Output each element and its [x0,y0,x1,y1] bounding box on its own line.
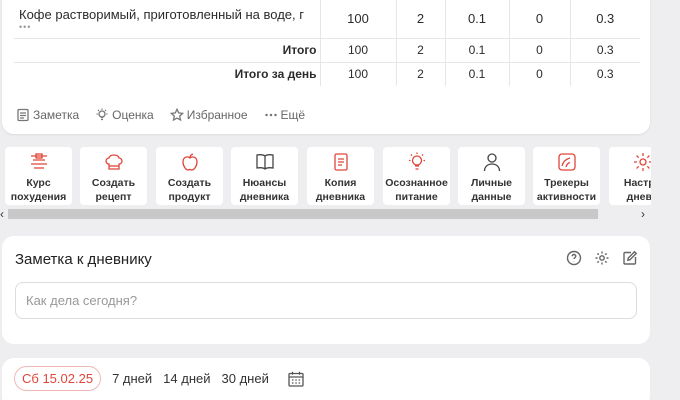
help-icon[interactable] [566,250,582,266]
range-14-days[interactable]: 14 дней [163,371,210,386]
document-icon [330,151,352,173]
edit-icon[interactable] [622,250,638,266]
range-7-days[interactable]: 7 дней [112,371,152,386]
quick-tile-create-product[interactable]: Создать продукт [156,147,223,205]
date-range-card: Сб 15.02.25 7 дней 14 дней 30 дней [2,358,650,400]
scroll-left-arrow-icon[interactable]: ‹ [0,207,4,221]
table-cell: 0 [509,0,571,39]
quick-tile-label: Осознанное питание [385,177,448,203]
table-cell: 100 [320,0,397,39]
table-cell: 2 [396,62,446,86]
star-icon [169,108,184,122]
table-cell: 100 [320,38,397,63]
table-cell: 2 [396,38,446,63]
table-cell: 0.3 [570,38,640,63]
tracker-icon [556,151,578,173]
diary-table-card: Кофе растворимый, приготовленный на воде… [2,0,650,134]
note-icon [17,108,29,122]
total-label: Итого [14,38,321,63]
more-dots-icon [264,113,277,117]
diary-note-card: Заметка к дневнику [2,236,650,344]
nutrition-table: Кофе растворимый, приготовленный на воде… [14,0,640,86]
favorite-action[interactable]: Избранное [169,108,248,122]
book-icon [254,151,276,173]
table-cell: 0 [509,62,571,86]
apple-icon [179,151,201,173]
day-total-row: Итого за день 100 2 0.1 0 0.3 [14,62,640,86]
lightbulb-icon [96,108,108,121]
quick-tile-mindful-eating[interactable]: Осознанное питание [383,147,450,205]
more-action[interactable]: Ещё [264,108,306,122]
table-cell: 2 [396,0,446,39]
quick-tile-label: Создать продукт [167,177,212,203]
table-cell: 0 [509,38,571,63]
gear-icon[interactable] [594,250,610,266]
quick-tile-diary-copy[interactable]: Копия дневника [307,147,374,205]
more-action-label: Ещё [280,108,306,122]
quick-tile-label: Трекеры активности [536,177,597,203]
date-range-selector: Сб 15.02.25 7 дней 14 дней 30 дней [14,366,305,391]
quick-tile-label: Настро дневн [623,177,651,203]
table-cell: 0.1 [445,0,510,39]
quick-tile-activity-trackers[interactable]: Трекеры активности [533,147,600,205]
more-dots-icon[interactable]: ••• [19,22,320,31]
day-total-label: Итого за день [14,62,321,86]
diary-note-input[interactable] [15,282,637,319]
lightbulb-icon [406,151,428,173]
scrollbar-thumb[interactable] [8,209,598,219]
calendar-icon[interactable] [287,370,305,388]
table-cell: 0.3 [596,67,614,82]
range-30-days[interactable]: 30 дней [222,371,269,386]
meal-actions: Заметка Оценка Избранное Ещё [16,108,305,122]
quick-actions-strip: Курс похудения Создать рецепт Создать пр… [5,147,651,205]
quick-tile-label: Нюансы дневника [239,177,290,203]
quick-tile-weight-course[interactable]: Курс похудения [5,147,72,205]
quick-tile-label: Личные данные [470,177,513,203]
table-cell: 0.3 [570,0,640,39]
table-cell: 0.1 [445,38,510,63]
note-card-tools [566,250,638,266]
chef-hat-icon [103,151,125,173]
quick-tile-label: Копия дневника [315,177,366,203]
current-date-chip[interactable]: Сб 15.02.25 [14,366,102,391]
note-action[interactable]: Заметка [16,108,79,122]
rating-action[interactable]: Оценка [95,108,154,122]
horizontal-scrollbar[interactable]: ‹ › [0,207,680,221]
food-item-name[interactable]: Кофе растворимый, приготовленный на воде… [14,0,321,39]
quick-tile-label: Создать рецепт [91,177,136,203]
quick-tile-create-recipe[interactable]: Создать рецепт [80,147,147,205]
favorite-action-label: Избранное [186,108,248,122]
total-row: Итого 100 2 0.1 0 0.3 [14,38,640,63]
person-icon [481,151,503,173]
quick-tile-personal-data[interactable]: Личные данные [458,147,525,205]
rating-action-label: Оценка [112,108,154,122]
note-action-label: Заметка [33,108,80,122]
table-cell: 100 [320,62,397,86]
table-row[interactable]: Кофе растворимый, приготовленный на воде… [14,0,640,39]
quick-tile-diary-nuances[interactable]: Нюансы дневника [231,147,298,205]
table-cell: 0.1 [445,62,510,86]
note-card-title: Заметка к дневнику [15,251,152,268]
quick-tile-diary-settings[interactable]: Настро дневн [609,147,651,205]
scale-icon [28,151,50,173]
scroll-right-arrow-icon[interactable]: › [641,207,645,221]
gear-icon [632,151,651,173]
quick-tile-label: Курс похудения [10,177,67,203]
food-item-label: Кофе растворимый, приготовленный на воде… [19,6,304,22]
